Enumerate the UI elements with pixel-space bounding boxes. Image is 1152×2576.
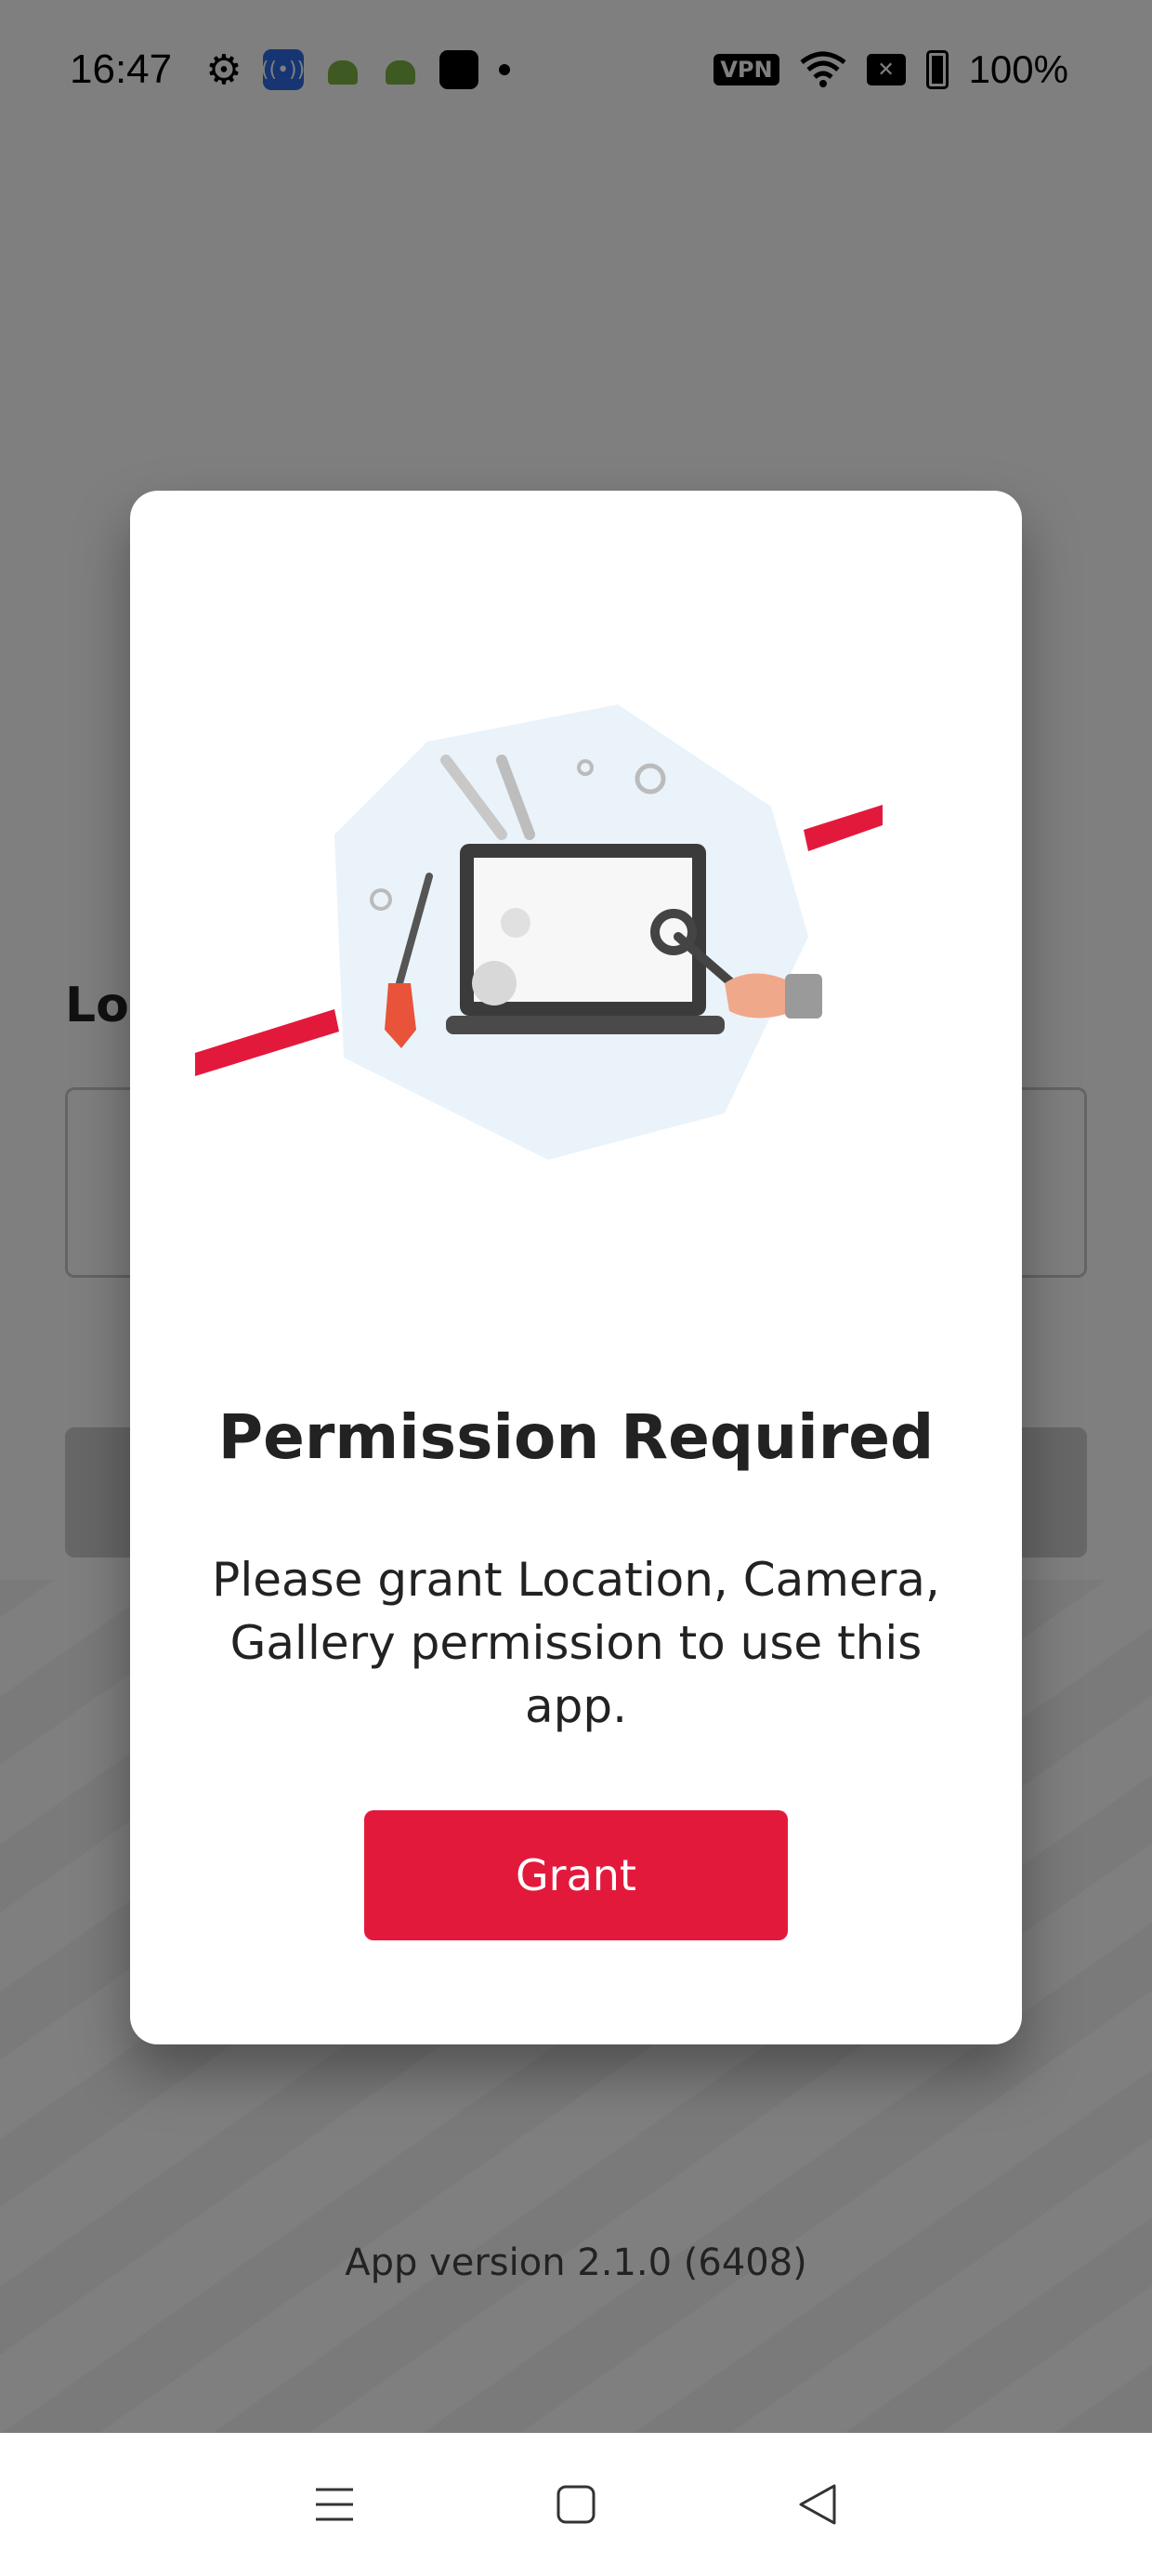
navigation-bar [0,2433,1152,2576]
tools-laptop-illustration [195,704,883,1160]
dialog-message: Please grant Location, Camera, Gallery p… [212,1553,940,1733]
menu-icon[interactable] [307,2477,362,2532]
permission-dialog: Permission Required Please grant Locatio… [130,491,1022,2044]
home-icon[interactable] [548,2477,604,2532]
grant-button[interactable]: Grant [364,1810,788,1940]
back-icon[interactable] [790,2477,845,2532]
dialog-title: Permission Required [217,1401,935,1473]
